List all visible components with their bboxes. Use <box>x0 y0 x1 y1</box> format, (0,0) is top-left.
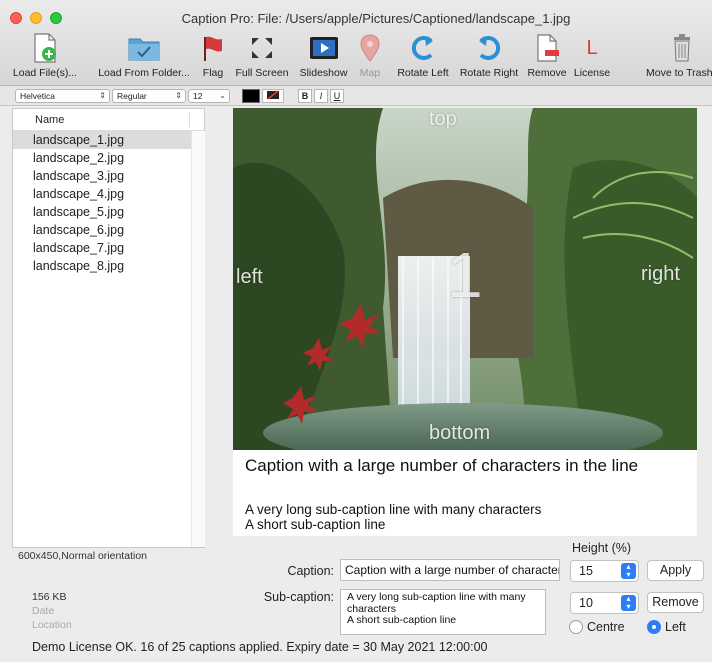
minimize-window-button[interactable] <box>30 12 42 24</box>
slideshow-icon <box>307 32 341 64</box>
map-button[interactable]: Map <box>355 32 385 82</box>
load-files-button[interactable]: Load File(s)... <box>0 32 90 82</box>
caption-input[interactable]: Caption with a large number of character… <box>340 559 560 581</box>
rotate-right-button[interactable]: Rotate Right <box>455 32 523 82</box>
list-item[interactable]: landscape_3.jpg <box>13 167 204 185</box>
expand-icon <box>245 32 279 64</box>
list-item[interactable]: landscape_5.jpg <box>13 203 204 221</box>
trash-icon <box>665 32 699 64</box>
bold-button[interactable]: B <box>298 89 312 103</box>
list-scrollbar[interactable] <box>191 131 205 547</box>
license-button[interactable]: L License <box>570 32 614 82</box>
list-item[interactable]: landscape_6.jpg <box>13 221 204 239</box>
font-size-select[interactable]: 12 ⌄ <box>188 89 230 103</box>
maximize-window-button[interactable] <box>50 12 62 24</box>
close-window-button[interactable] <box>10 12 22 24</box>
overlay-number-label: 1 <box>447 239 483 311</box>
overlay-right-label: right <box>641 263 680 285</box>
subcaption-label: Sub-caption: <box>263 590 334 604</box>
preview-caption: Caption with a large number of character… <box>245 456 639 475</box>
move-to-trash-button[interactable]: Move to Trash <box>642 32 712 82</box>
no-color-icon <box>267 90 279 100</box>
location-label: Location <box>32 619 72 631</box>
file-list: Name landscape_1.jpg landscape_2.jpg lan… <box>12 108 205 548</box>
load-from-folder-button[interactable]: Load From Folder... <box>92 32 196 82</box>
status-text: Demo License OK. 16 of 25 captions appli… <box>32 640 488 654</box>
radio-indicator <box>569 620 583 634</box>
subcaption-input[interactable]: A very long sub-caption line with many c… <box>340 589 546 635</box>
text-color-swatch[interactable] <box>242 89 260 103</box>
overlay-top-label: top <box>429 108 457 130</box>
radio-indicator <box>647 620 661 634</box>
select-arrows-icon: ⇕ <box>175 91 182 100</box>
rotate-right-icon <box>472 32 506 64</box>
remove-button[interactable]: Remove <box>525 32 569 82</box>
slideshow-button[interactable]: Slideshow <box>296 32 351 82</box>
license-glyph: L <box>586 36 598 59</box>
file-size: 156 KB <box>32 591 67 603</box>
select-arrows-icon: ⇕ <box>99 91 106 100</box>
add-file-icon <box>28 32 62 64</box>
apply-button[interactable]: Apply <box>647 560 704 581</box>
flag-icon <box>196 32 230 64</box>
list-item[interactable]: landscape_4.jpg <box>13 185 204 203</box>
remove-file-icon <box>530 32 564 64</box>
align-centre-radio[interactable]: Centre <box>569 620 625 634</box>
title-toolbar: Caption Pro: File: /Users/apple/Pictures… <box>0 0 712 86</box>
image-preview: top left right bottom 1 Caption with a l… <box>233 108 697 536</box>
height-percent-label: Height (%) <box>572 541 632 555</box>
window-title: Caption Pro: File: /Users/apple/Pictures… <box>181 11 571 26</box>
underline-button[interactable]: U <box>330 89 344 103</box>
folder-icon <box>127 32 161 64</box>
list-item[interactable]: landscape_7.jpg <box>13 239 204 257</box>
stepper-arrows-icon[interactable]: ▴ ▾ <box>621 563 636 579</box>
list-item[interactable]: landscape_8.jpg <box>13 257 204 275</box>
overlay-left-label: left <box>236 266 263 288</box>
caption-label: Caption: <box>287 564 334 578</box>
no-background-color-button[interactable] <box>262 89 284 103</box>
format-bar: Helvetica ⇕ Regular ⇕ 12 ⌄ B I U <box>0 86 712 106</box>
chevron-down-icon: ⌄ <box>219 91 226 100</box>
subcaption-height-stepper[interactable]: 10 ▴ ▾ <box>570 592 639 614</box>
rotate-left-button[interactable]: Rotate Left <box>392 32 454 82</box>
remove-caption-button[interactable]: Remove <box>647 592 704 613</box>
stepper-arrows-icon[interactable]: ▴ ▾ <box>621 595 636 611</box>
map-pin-icon <box>353 32 387 64</box>
flag-button[interactable]: Flag <box>198 32 228 82</box>
rotate-left-icon <box>406 32 440 64</box>
full-screen-button[interactable]: Full Screen <box>233 32 291 82</box>
list-item[interactable]: landscape_2.jpg <box>13 149 204 167</box>
file-list-header[interactable]: Name <box>13 109 204 131</box>
font-style-select[interactable]: Regular ⇕ <box>112 89 186 103</box>
preview-subcaption: A very long sub-caption line with many c… <box>245 502 542 532</box>
overlay-bottom-label: bottom <box>429 422 491 444</box>
list-item[interactable]: landscape_1.jpg <box>13 131 204 149</box>
license-icon: L <box>575 32 609 64</box>
align-left-radio[interactable]: Left <box>647 620 686 634</box>
italic-button[interactable]: I <box>314 89 328 103</box>
date-label: Date <box>32 605 55 617</box>
caption-height-stepper[interactable]: 15 ▴ ▾ <box>570 560 639 582</box>
font-family-select[interactable]: Helvetica ⇕ <box>15 89 110 103</box>
image-dimensions: 600x450,Normal orientation <box>18 550 147 562</box>
